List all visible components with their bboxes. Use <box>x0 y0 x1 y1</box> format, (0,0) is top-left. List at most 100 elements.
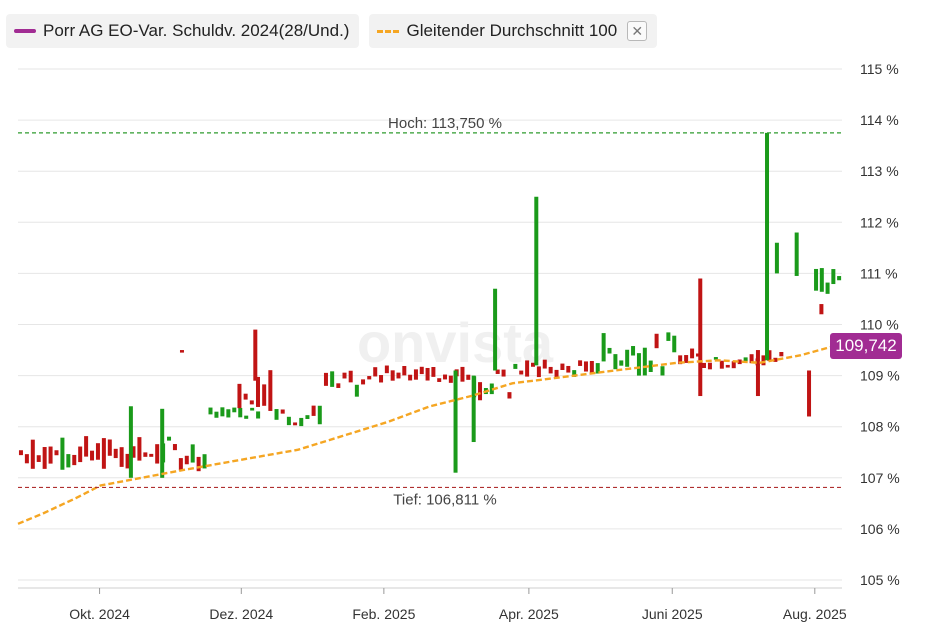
candle-spike <box>253 329 258 381</box>
y-tick-label: 114 % <box>860 112 899 128</box>
high-label: Hoch: 113,750 % <box>388 115 502 132</box>
candle <box>560 363 565 371</box>
candle <box>280 409 285 414</box>
candle <box>761 355 766 366</box>
candle <box>384 365 389 374</box>
candle <box>84 436 89 457</box>
candle <box>654 333 659 349</box>
y-tick-label: 115 % <box>860 61 899 77</box>
candle <box>367 376 372 380</box>
x-tick-label: Apr. 2025 <box>499 606 559 622</box>
candle-spike <box>179 350 184 353</box>
candle <box>143 452 148 457</box>
candle <box>232 407 237 413</box>
candle <box>237 383 242 409</box>
candle <box>336 383 341 388</box>
price-chart[interactable]: onvista Hoch: 113,750 % Tief: 106,811 % … <box>0 0 950 632</box>
candle-spike <box>819 304 824 315</box>
candle-spike <box>765 132 770 361</box>
candle <box>448 375 453 383</box>
candle <box>525 360 530 377</box>
candle <box>137 437 142 461</box>
candle-spike <box>453 370 458 473</box>
candle <box>119 447 124 467</box>
candle <box>214 411 219 418</box>
candle <box>619 360 624 366</box>
candle <box>636 353 641 376</box>
candle <box>743 357 748 362</box>
candle <box>113 448 118 459</box>
candle <box>707 362 712 370</box>
candle <box>361 379 366 385</box>
candle <box>243 393 248 400</box>
candle <box>548 366 553 374</box>
candle <box>36 455 41 462</box>
candle <box>460 366 465 382</box>
candle <box>701 362 706 368</box>
candle <box>373 367 378 377</box>
candle <box>819 268 824 292</box>
candle-spike <box>698 278 703 397</box>
y-tick-label: 111 % <box>860 265 898 281</box>
candle <box>72 454 77 466</box>
candle <box>501 369 506 377</box>
x-tick-label: Dez. 2024 <box>209 606 273 622</box>
candle <box>814 268 819 291</box>
candle <box>379 375 384 383</box>
candle <box>390 370 395 381</box>
candle <box>719 360 724 369</box>
candle <box>566 365 571 373</box>
candle <box>437 378 442 382</box>
candle <box>342 372 347 379</box>
candle <box>583 361 588 372</box>
y-tick-label: 105 % <box>860 572 900 588</box>
candle <box>660 366 665 376</box>
x-tick-label: Feb. 2025 <box>352 606 415 622</box>
candle <box>178 458 183 471</box>
y-tick-label: 108 % <box>860 419 900 435</box>
candle <box>666 332 671 341</box>
candle <box>48 446 53 464</box>
candle <box>607 347 612 354</box>
candle <box>419 366 424 375</box>
y-tick-label: 106 % <box>860 521 900 537</box>
candle <box>18 450 23 456</box>
candle <box>149 453 154 457</box>
candle <box>268 370 273 411</box>
candle <box>536 366 541 378</box>
candle <box>66 454 71 468</box>
candle <box>190 444 195 463</box>
candle <box>725 364 730 368</box>
candle <box>425 367 430 381</box>
candle-spike <box>128 406 133 478</box>
candle <box>396 372 401 379</box>
last-price-badge: 109,742 <box>830 333 902 359</box>
candle <box>431 367 436 377</box>
candle <box>330 371 335 387</box>
y-tick-label: 112 % <box>860 214 899 230</box>
candle <box>825 282 830 294</box>
candle <box>589 360 594 374</box>
candle <box>262 384 267 406</box>
candle <box>466 374 471 380</box>
candle <box>513 363 518 369</box>
x-tick-label: Aug. 2025 <box>783 606 847 622</box>
candle <box>60 437 65 470</box>
spikes-layer <box>128 132 824 478</box>
candle <box>107 439 112 456</box>
candle <box>413 369 418 380</box>
y-tick-label: 107 % <box>860 470 900 486</box>
x-tick-label: Juni 2025 <box>642 606 703 622</box>
candle-spike <box>493 288 498 371</box>
candle <box>208 407 213 415</box>
candle <box>631 346 636 356</box>
candle <box>642 347 647 376</box>
candle <box>672 335 677 353</box>
candle <box>95 443 100 460</box>
candle-spike <box>534 196 539 366</box>
candle <box>167 436 172 441</box>
candle <box>155 444 160 464</box>
candle <box>293 422 298 426</box>
candle-spike <box>794 232 799 276</box>
candle-spike <box>807 370 812 417</box>
